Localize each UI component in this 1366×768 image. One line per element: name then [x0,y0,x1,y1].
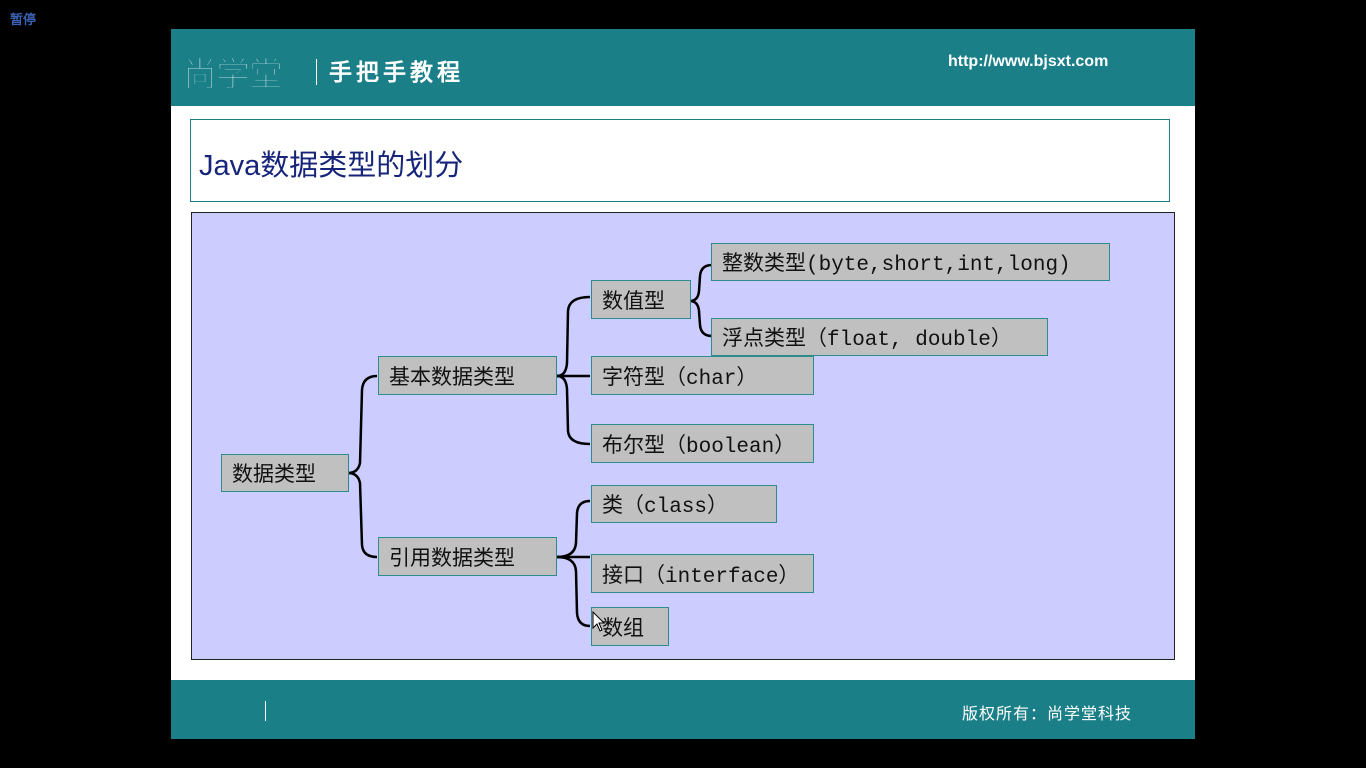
logo: 尚学堂 [183,55,284,96]
brace-reference-top [556,499,591,559]
pause-label[interactable]: 暂停 [10,9,36,28]
slide: 尚学堂 手把手教程 http://www.bjsxt.com Java数据类型的… [171,29,1195,739]
brace-numeric-top [689,263,713,303]
header-divider [316,59,317,85]
node-numeric: 数值型 [591,280,691,319]
title-box: Java数据类型的划分 [190,119,1170,202]
slide-title: Java数据类型的划分 [199,150,464,182]
brace-primitive-top [556,295,591,378]
header-url: http://www.bjsxt.com [948,53,1109,70]
brace-root-top [347,374,378,475]
slide-header: 尚学堂 手把手教程 http://www.bjsxt.com [171,29,1195,106]
slide-footer: 版权所有：尚学堂科技 [171,680,1195,739]
node-class: 类（class） [591,485,777,523]
node-data-types: 数据类型 [221,454,349,492]
node-primitive-types: 基本数据类型 [378,356,557,395]
header-subtitle: 手把手教程 [329,60,464,86]
brace-primitive-bottom [556,374,591,446]
brace-root-bottom [347,471,378,559]
mouse-cursor-icon [592,611,606,632]
type-hierarchy-diagram: 数据类型 基本数据类型 引用数据类型 数值型 整数类型(byte,short,i… [191,212,1175,660]
copyright-text: 版权所有：尚学堂科技 [962,704,1133,723]
brace-reference-bottom [556,555,591,628]
node-reference-types: 引用数据类型 [378,537,557,576]
node-boolean: 布尔型（boolean） [591,424,814,463]
node-char: 字符型（char） [591,356,814,395]
brace-numeric-bottom [689,299,713,338]
node-interface: 接口（interface） [591,554,814,593]
node-float-types: 浮点类型（float, double） [711,318,1048,356]
footer-divider [265,701,266,721]
node-integer-types: 整数类型(byte,short,int,long) [711,243,1110,281]
